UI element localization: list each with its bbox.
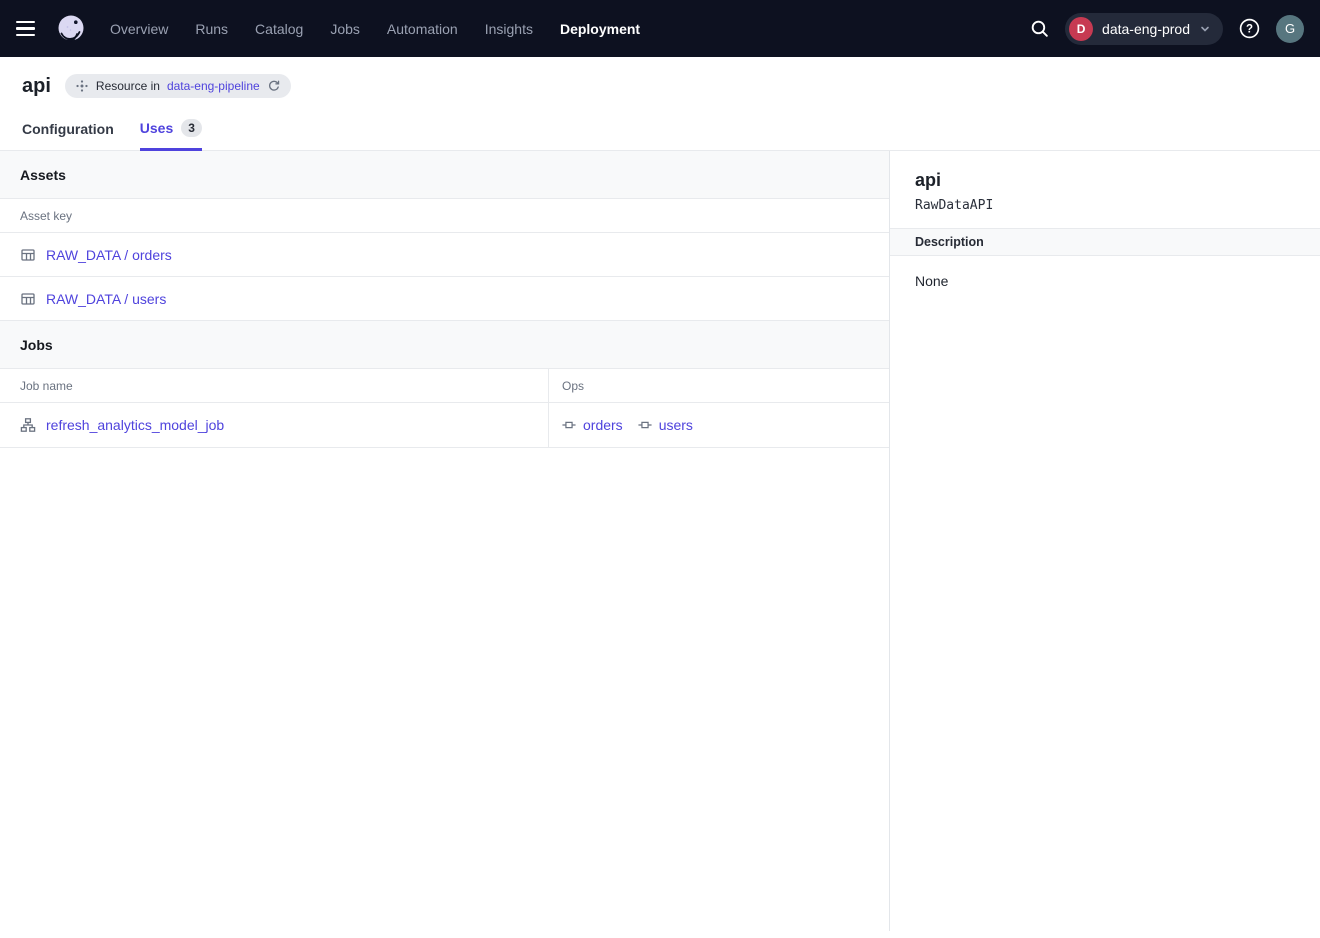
op-link-orders[interactable]: orders: [583, 417, 623, 433]
uses-content: Assets Asset key RAW_DATA / orders RAW_D…: [0, 151, 890, 931]
panel-resource-type: RawDataAPI: [915, 198, 1295, 213]
jobs-section-header: Jobs: [0, 321, 889, 369]
job-ops-cell: orders users: [548, 403, 889, 447]
nav-item-runs[interactable]: Runs: [195, 21, 228, 37]
asset-table-icon: [20, 247, 36, 263]
table-row: RAW_DATA / users: [0, 277, 889, 321]
job-name-column-header: Job name: [0, 369, 548, 402]
resource-location-badge: Resource in data-eng-pipeline: [65, 74, 291, 98]
job-icon: [20, 417, 36, 433]
nav-item-deployment[interactable]: Deployment: [560, 21, 640, 37]
search-icon[interactable]: [1029, 18, 1050, 39]
hamburger-menu-icon[interactable]: [16, 15, 44, 43]
asset-link-users[interactable]: RAW_DATA / users: [46, 291, 166, 307]
resource-icon: [75, 79, 89, 93]
op-icon: [638, 418, 652, 432]
tab-bar: Configuration Uses 3: [0, 119, 1320, 151]
panel-description-header: Description: [890, 228, 1320, 256]
asset-key-column-header: Asset key: [0, 209, 92, 223]
nav-item-jobs[interactable]: Jobs: [330, 21, 360, 37]
dagster-logo-icon[interactable]: [54, 12, 88, 46]
op-link-users[interactable]: users: [659, 417, 693, 433]
deployment-switcher[interactable]: D data-eng-prod: [1065, 13, 1223, 45]
panel-resource-name: api: [915, 170, 1295, 191]
primary-nav: Overview Runs Catalog Jobs Automation In…: [110, 21, 640, 37]
tab-uses[interactable]: Uses 3: [140, 119, 202, 151]
page-header: api Resource in data-eng-pipeline: [0, 57, 1320, 98]
nav-item-insights[interactable]: Insights: [485, 21, 533, 37]
user-avatar[interactable]: G: [1276, 15, 1304, 43]
nav-item-catalog[interactable]: Catalog: [255, 21, 303, 37]
asset-table-icon: [20, 291, 36, 307]
tab-configuration[interactable]: Configuration: [22, 121, 114, 151]
table-row: refresh_analytics_model_job orders: [0, 403, 889, 448]
tab-uses-count-badge: 3: [181, 119, 202, 137]
assets-column-header-row: Asset key: [0, 199, 889, 233]
panel-description-value: None: [890, 256, 1320, 306]
nav-item-automation[interactable]: Automation: [387, 21, 458, 37]
ops-column-header: Ops: [548, 369, 889, 402]
job-name-cell: refresh_analytics_model_job: [0, 403, 548, 447]
help-icon[interactable]: ?: [1238, 17, 1261, 40]
top-navbar: Overview Runs Catalog Jobs Automation In…: [0, 0, 1320, 57]
asset-link-orders[interactable]: RAW_DATA / orders: [46, 247, 172, 263]
nav-item-overview[interactable]: Overview: [110, 21, 168, 37]
table-row: RAW_DATA / orders: [0, 233, 889, 277]
badge-text: Resource in: [96, 79, 160, 93]
page-title: api: [22, 75, 51, 98]
code-location-link[interactable]: data-eng-pipeline: [167, 79, 260, 93]
job-link[interactable]: refresh_analytics_model_job: [46, 417, 224, 433]
assets-section-header: Assets: [0, 151, 889, 199]
jobs-column-header-row: Job name Ops: [0, 369, 889, 403]
deployment-initial-badge: D: [1069, 17, 1093, 41]
reload-icon[interactable]: [267, 79, 281, 93]
svg-text:?: ?: [1246, 24, 1253, 36]
resource-detail-panel: api RawDataAPI Description None: [890, 151, 1320, 931]
op-icon: [562, 418, 576, 432]
deployment-name: data-eng-prod: [1102, 21, 1190, 37]
chevron-down-icon: [1199, 23, 1211, 35]
